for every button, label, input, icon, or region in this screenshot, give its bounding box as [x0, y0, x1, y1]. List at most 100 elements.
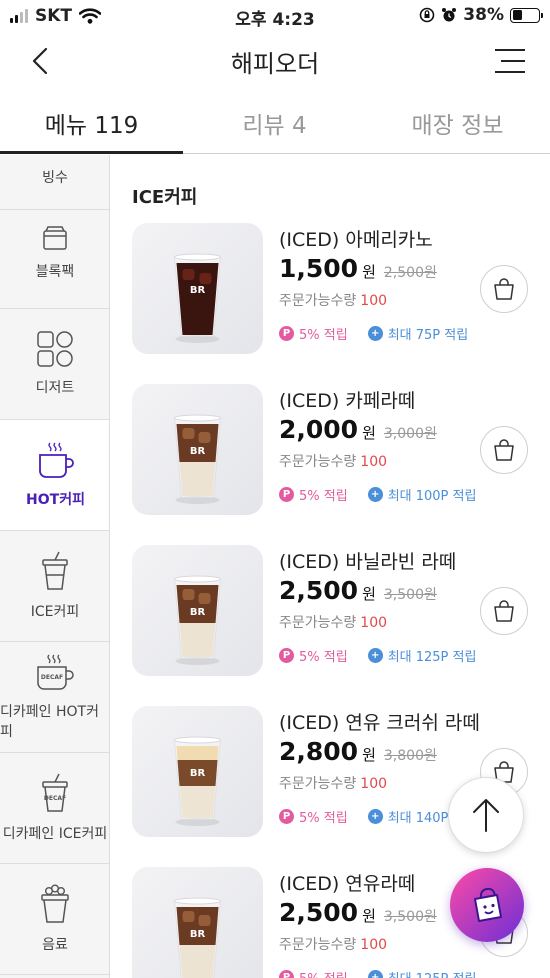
- product-name: (ICED) 카페라떼: [279, 390, 416, 412]
- sidebar-item-dessert[interactable]: 디저트: [0, 309, 109, 420]
- product-name: (ICED) 연유 크러쉬 라떼: [279, 712, 480, 734]
- max-points: + 최대 75P 적립: [367, 324, 469, 343]
- benefits: P 5% 적립 + 최대 140P 적립: [279, 807, 476, 826]
- sale-price: 2,500: [279, 576, 359, 605]
- max-points-label: 최대 125P 적립: [388, 968, 477, 978]
- original-price: 3,500원: [383, 909, 437, 925]
- br-logo: BR: [190, 607, 206, 618]
- sidebar-item-label: ICE커피: [30, 604, 80, 620]
- original-price: 3,500원: [383, 587, 437, 603]
- menu-item[interactable]: BR (ICED) 아메리카노 1,500 원 2,500원 주문가능수량 100 P 5% 적…: [132, 223, 542, 358]
- currency-unit: 원: [362, 585, 376, 603]
- decaf-ice-cup-icon: DECAF: [42, 773, 68, 812]
- sidebar-item-label: 빙수: [42, 170, 68, 186]
- stock-count: 100: [360, 776, 388, 792]
- price-row: 2,800 원 3,800원: [279, 737, 437, 766]
- point-p-icon: P: [279, 648, 294, 663]
- tab-store-info[interactable]: 매장 정보: [366, 96, 549, 153]
- product-thumbnail[interactable]: BR: [132, 706, 263, 837]
- arrow-up-icon: [473, 799, 499, 832]
- hamburger-icon[interactable]: [494, 48, 526, 74]
- product-thumbnail[interactable]: BR: [132, 545, 263, 676]
- original-price: 2,500원: [383, 265, 437, 281]
- point-p-icon: P: [279, 326, 294, 341]
- currency-unit: 원: [362, 263, 376, 281]
- sidebar-item-blockpack[interactable]: 블록팩: [0, 198, 109, 309]
- point-rate-label: 5% 적립: [299, 650, 348, 665]
- stock-label: 주문가능수량: [279, 615, 357, 631]
- drink-image: BR: [173, 414, 222, 504]
- product-thumbnail[interactable]: BR: [132, 223, 263, 354]
- cart-button[interactable]: [450, 868, 524, 942]
- shopping-bag-icon: [494, 278, 514, 300]
- sidebar-item-label: 디카페인 HOT커피: [0, 704, 99, 740]
- menu-item[interactable]: BR (ICED) 바닐라빈 라떼 2,500 원 3,500원 주문가능수량 100 P 5%…: [132, 545, 542, 680]
- drink-image: BR: [173, 736, 222, 826]
- plus-icon: +: [367, 809, 383, 824]
- plus-icon: +: [367, 487, 383, 502]
- product-name: (ICED) 아메리카노: [279, 229, 433, 251]
- add-to-cart-button[interactable]: [480, 587, 528, 635]
- sidebar-item-decaf-ice-coffee[interactable]: DECAF 디카페인 ICE커피: [0, 753, 109, 864]
- sidebar-item-beverage[interactable]: 음료: [0, 864, 109, 975]
- product-name: (ICED) 연유라떼: [279, 873, 416, 895]
- product-thumbnail[interactable]: BR: [132, 867, 263, 978]
- ice-coffee-cup-icon: [42, 551, 68, 590]
- max-points: + 최대 100P 적립: [367, 485, 476, 504]
- benefits: P 5% 적립 + 최대 75P 적립: [279, 324, 468, 343]
- stock-info: 주문가능수량 100: [279, 934, 387, 954]
- plus-icon: +: [367, 648, 383, 663]
- br-logo: BR: [190, 768, 206, 779]
- hot-coffee-cup-icon: [38, 442, 74, 478]
- point-p-icon: P: [279, 487, 294, 502]
- point-rate: P 5% 적립: [279, 485, 348, 504]
- br-logo: BR: [190, 446, 206, 457]
- page-title: 해피오더: [230, 50, 320, 78]
- price-row: 1,500 원 2,500원: [279, 254, 437, 283]
- sale-price: 2,500: [279, 898, 359, 927]
- point-p-icon: P: [279, 809, 294, 824]
- beverage-cup-icon: [41, 884, 69, 923]
- br-logo: BR: [190, 929, 206, 940]
- product-thumbnail[interactable]: BR: [132, 384, 263, 515]
- currency-unit: 원: [362, 907, 376, 925]
- stock-count: 100: [360, 615, 388, 631]
- max-points: + 최대 125P 적립: [367, 646, 476, 665]
- stock-label: 주문가능수량: [279, 937, 357, 953]
- section-title: ICE커피: [132, 187, 198, 208]
- sidebar-item-decaf-hot-coffee[interactable]: DECAF 디카페인 HOT커피: [0, 642, 109, 753]
- point-rate-label: 5% 적립: [299, 328, 348, 343]
- max-points-label: 최대 75P 적립: [387, 328, 469, 343]
- decaf-text: DECAF: [41, 674, 63, 681]
- menu-item[interactable]: BR (ICED) 카페라떼 2,000 원 3,000원 주문가능수량 100 P 5% 적립…: [132, 384, 542, 519]
- currency-unit: 원: [362, 424, 376, 442]
- status-bar: SKT 오후 4:23 38%: [0, 0, 550, 32]
- battery-icon: [510, 7, 543, 23]
- benefits: P 5% 적립 + 최대 100P 적립: [279, 485, 476, 504]
- stock-label: 주문가능수량: [279, 454, 357, 470]
- shopping-bag-icon: [474, 887, 502, 922]
- category-sidebar: 빙수 블록팩 디저트 HOT커피 ICE커피 DECAF 디카페인 HOT커피 …: [0, 155, 110, 978]
- benefits: P 5% 적립 + 최대 125P 적립: [279, 968, 476, 978]
- sidebar-item-ice-coffee[interactable]: ICE커피: [0, 531, 109, 642]
- decaf-text: DECAF: [44, 795, 66, 802]
- sidebar-item-label: 디저트: [35, 380, 75, 396]
- battery-percent: 38%: [463, 5, 504, 25]
- sale-price: 2,000: [279, 415, 359, 444]
- tab-reviews[interactable]: 리뷰 4: [183, 96, 366, 153]
- sidebar-item-label: 음료: [42, 937, 68, 953]
- scroll-to-top-button[interactable]: [448, 777, 524, 853]
- point-rate-label: 5% 적립: [299, 968, 348, 978]
- point-rate-label: 5% 적립: [299, 489, 348, 504]
- sidebar-item-hot-coffee[interactable]: HOT커피: [0, 420, 109, 531]
- tab-menu[interactable]: 메뉴 119: [0, 96, 183, 154]
- sale-price: 1,500: [279, 254, 359, 283]
- drink-image: BR: [173, 897, 222, 978]
- stock-info: 주문가능수량 100: [279, 773, 387, 793]
- point-rate-label: 5% 적립: [299, 811, 348, 826]
- stock-info: 주문가능수량 100: [279, 451, 387, 471]
- price-row: 2,500 원 3,500원: [279, 898, 437, 927]
- plus-icon: +: [367, 326, 383, 341]
- add-to-cart-button[interactable]: [480, 265, 528, 313]
- add-to-cart-button[interactable]: [480, 426, 528, 474]
